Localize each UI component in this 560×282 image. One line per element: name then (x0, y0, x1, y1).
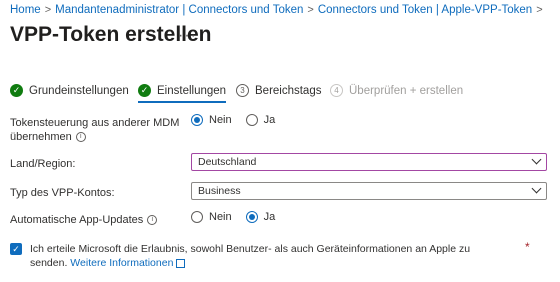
more-options-icon[interactable]: ··· (178, 27, 197, 45)
more-info-link[interactable]: Weitere Informationen (70, 257, 186, 269)
step-einstellungen[interactable]: ✓ Einstellungen (138, 84, 227, 103)
step-bereichstags[interactable]: 3 Bereichstags (236, 84, 321, 97)
step-label: Überprüfen + erstellen (349, 84, 464, 97)
chevron-right-icon: > (307, 4, 314, 16)
country-select-value: Deutschland (198, 156, 257, 168)
required-indicator: * (525, 240, 530, 254)
token-control-radio-nein[interactable] (191, 114, 203, 126)
step-number-icon: 3 (236, 84, 249, 97)
auto-updates-label-text: Automatische App-Updates (10, 214, 144, 226)
auto-updates-label: Automatische App-Updates i (10, 213, 158, 227)
chevron-down-icon (531, 183, 542, 194)
token-control-label-line2: übernehmen (10, 131, 72, 143)
token-control-label-line1: Tokensteuerung aus anderer MDM (10, 117, 180, 129)
account-type-select-value: Business (198, 185, 241, 197)
chevron-right-icon: > (44, 4, 52, 16)
info-icon[interactable]: i (75, 132, 86, 143)
step-label: Bereichstags (255, 84, 322, 97)
consent-row: ✓ Ich erteile Microsoft die Erlaubnis, s… (10, 242, 500, 270)
chevron-down-icon (531, 154, 542, 165)
radio-label: Ja (263, 211, 276, 223)
external-link-icon (176, 258, 186, 268)
breadcrumb-home[interactable]: Home (10, 4, 41, 16)
radio-label: Ja (263, 114, 276, 126)
account-type-select[interactable]: Business (191, 182, 547, 200)
breadcrumb-tenant-admin[interactable]: Mandantenadministrator | Connectors und … (55, 4, 303, 16)
check-circle-icon: ✓ (138, 84, 151, 97)
token-control-label: Tokensteuerung aus anderer MDM übernehme… (10, 116, 179, 144)
account-type-label: Typ des VPP-Kontos: (10, 187, 115, 199)
chevron-right-icon: > (536, 4, 543, 16)
step-grundeinstellungen[interactable]: ✓ Grundeinstellungen (10, 84, 129, 97)
step-number-icon: 4 (330, 84, 343, 97)
radio-label: Nein (209, 114, 232, 126)
auto-updates-radio-nein[interactable] (191, 211, 203, 223)
token-control-radio-group: Nein Ja (191, 114, 289, 126)
radio-label: Nein (209, 211, 232, 223)
consent-text-block: Ich erteile Microsoft die Erlaubnis, sow… (30, 242, 500, 270)
breadcrumb-apple-vpp[interactable]: Connectors und Token | Apple-VPP-Token (318, 4, 532, 16)
breadcrumb: Home > Mandantenadministrator | Connectors… (10, 4, 547, 16)
info-icon[interactable]: i (147, 215, 158, 226)
auto-updates-radio-ja[interactable] (245, 211, 258, 223)
token-control-radio-ja[interactable] (245, 114, 258, 126)
country-select[interactable]: Deutschland (191, 153, 547, 171)
step-ueberpruefen: 4 Überprüfen + erstellen (330, 84, 463, 97)
step-label: Grundeinstellungen (29, 84, 129, 97)
step-label: Einstellungen (157, 84, 227, 97)
country-label: Land/Region: (10, 158, 76, 170)
check-circle-icon: ✓ (10, 84, 23, 97)
consent-checkbox[interactable]: ✓ (10, 243, 22, 255)
auto-updates-radio-group: Nein Ja (191, 211, 289, 223)
